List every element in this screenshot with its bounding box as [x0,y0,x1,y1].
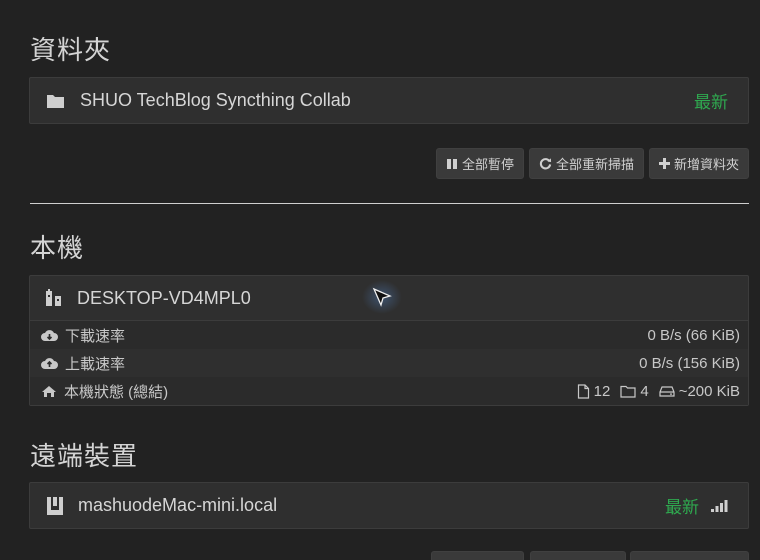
refresh-icon [539,157,552,170]
local-state-value: 12 4 ~200 KiB [577,383,740,400]
local-state-label: 本機狀態 (總結) [64,383,169,401]
signal-icon [711,499,728,512]
cloud-upload-icon [41,357,58,370]
rescan-all-button[interactable]: 全部重新掃描 [528,148,644,179]
folder-outline-icon [620,385,636,398]
folder-name: SHUO TechBlog Syncthing Collab [80,90,351,110]
mouse-cursor-icon [372,287,394,309]
pause-all-label: 全部暫停 [461,157,514,172]
local-size: ~200 KiB [678,382,740,400]
upload-rate-label: 上載速率 [65,355,126,373]
pause-icon [446,158,458,170]
folder-actions: 全部暫停 全部重新掃描 新增資料夾 [435,148,749,179]
local-state-row: 本機狀態 (總結) 12 4 ~200 KiB [30,377,748,405]
this-device-section-title: 本機 [30,233,85,263]
rescan-all-label: 全部重新掃描 [555,157,634,172]
qrcode-icon [44,288,64,308]
this-device-name: DESKTOP-VD4MPL0 [77,287,251,308]
remote-device-status: 最新 [665,498,699,517]
remote-action-button[interactable] [530,551,626,560]
hard-drive-icon [659,385,675,397]
folders-section-title: 資料夾 [30,35,112,65]
download-rate-label: 下載速率 [65,327,126,345]
download-rate-value: 0 B/s (66 KiB) [647,326,740,344]
remote-device-panel[interactable]: mashuodeMac-mini.local 最新 [29,482,749,529]
folder-header[interactable]: SHUO TechBlog Syncthing Collab 最新 [30,78,748,123]
remote-action-button[interactable] [431,551,524,560]
local-file-count: 12 [593,382,611,400]
remote-device-name: mashuodeMac-mini.local [78,495,278,515]
file-icon [577,383,590,399]
folder-icon [46,93,66,109]
add-folder-button[interactable]: 新增資料夾 [648,148,749,179]
remote-action-button[interactable] [630,551,749,560]
download-rate-row: 下載速率 0 B/s (66 KiB) [30,321,748,349]
cloud-download-icon [41,329,58,342]
remote-device-header[interactable]: mashuodeMac-mini.local 最新 [30,483,748,528]
this-device-stats: 下載速率 0 B/s (66 KiB) 上載速率 0 B/s (156 KiB)… [30,320,748,405]
remote-devices-section-title: 遠端裝置 [30,441,139,471]
pause-all-button[interactable]: 全部暫停 [435,148,524,179]
upload-rate-row: 上載速率 0 B/s (156 KiB) [30,349,748,377]
local-folder-count: 4 [640,382,649,400]
upload-rate-value: 0 B/s (156 KiB) [639,354,740,372]
device-icon [46,496,64,516]
plus-icon [658,158,670,169]
folder-panel[interactable]: SHUO TechBlog Syncthing Collab 最新 [29,77,749,124]
folder-status: 最新 [694,93,728,112]
add-folder-label: 新增資料夾 [673,157,739,172]
section-divider [30,203,749,204]
home-icon [41,385,57,398]
